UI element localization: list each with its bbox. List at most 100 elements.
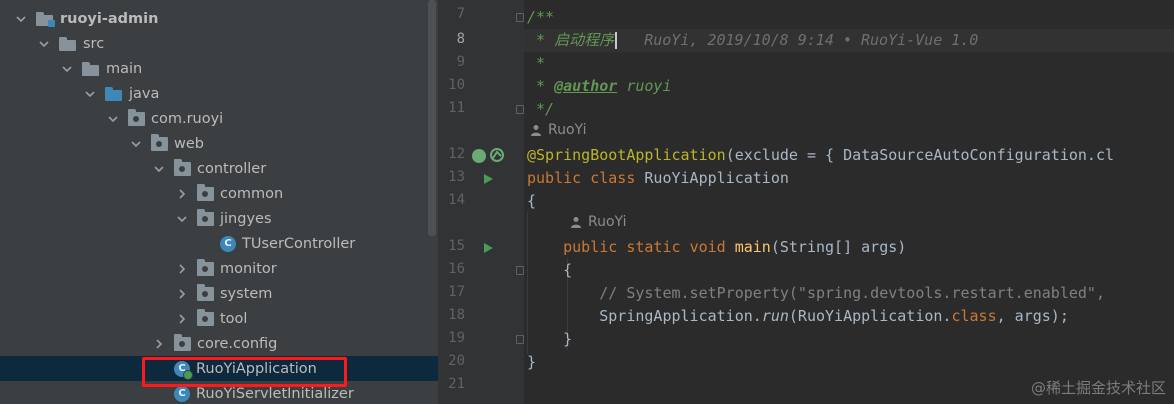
line-number: 8 [456,31,465,47]
chevron-down-icon[interactable] [106,112,120,126]
package-icon [128,108,145,126]
tree-item-label: controller [197,160,267,177]
class-icon: C [174,385,190,402]
line-number: 21 [448,376,465,392]
chevron-down-icon[interactable] [37,37,51,51]
class-icon: C [220,235,236,252]
chevron-down-icon[interactable] [83,87,97,101]
code-line-17[interactable]: // System.setProperty("spring.devtools.r… [527,282,1105,305]
highlight-box [142,357,347,387]
line-number: 13 [448,169,465,185]
code-line-15[interactable]: public static void main(String[] args) [527,236,906,259]
code-line-20[interactable]: } [527,351,536,374]
fold-marker-icon[interactable] [516,335,524,344]
code-line-19[interactable]: } [527,328,572,351]
package-icon [174,333,191,351]
package-icon [151,133,168,151]
fold-marker-icon[interactable] [516,13,524,22]
spring-boot-icon[interactable] [489,147,505,167]
code-line-11[interactable]: */ [527,98,554,121]
line-number: 7 [456,6,465,22]
run-main-icon[interactable] [484,243,493,253]
fold-marker-icon[interactable] [516,105,524,114]
tree-item[interactable]: main [0,56,438,81]
leaf-spacer [198,237,212,251]
package-icon [197,183,214,201]
tree-item-label: monitor [220,260,277,277]
line-number: 19 [448,330,465,346]
chevron-down-icon[interactable] [175,212,189,226]
code-line-9[interactable]: * [527,52,545,75]
line-number: 17 [448,284,465,300]
ide-window: ruoyi-admin src main java com.ruoyi web contro… [0,0,1174,404]
tree-item[interactable]: jingyes [0,206,438,231]
line-number: 15 [448,238,465,254]
code-line-12[interactable]: @SpringBootApplication(exclude = { DataS… [527,144,1114,167]
tree-item[interactable]: tool [0,306,438,331]
tree-item[interactable]: web [0,131,438,156]
line-number: 9 [456,54,465,70]
code-line-14[interactable]: { [527,190,536,213]
code-line-16[interactable]: { [527,259,572,282]
git-blame-annotation: RuoYi, 2019/10/8 9:14 • RuoYi-Vue 1.0 [644,31,979,49]
project-tree[interactable]: ruoyi-admin src main java com.ruoyi web contro… [0,0,438,404]
line-number: 12 [448,146,465,162]
line-number: 11 [448,100,465,116]
user-icon [571,217,581,228]
line-number: 10 [448,77,465,93]
tree-scrollbar[interactable] [428,0,436,236]
chevron-right-icon[interactable] [175,187,189,201]
author-hint[interactable]: RuoYi [570,214,626,230]
code-line-8[interactable]: * 启动程序 RuoYi, 2019/10/8 9:14 • RuoYi-Vue… [527,29,978,52]
code-line-10[interactable]: * @author ruoyi [527,75,671,98]
tree-item-label: TUserController [242,235,356,252]
tree-item[interactable]: java [0,81,438,106]
tree-item-label: src [83,35,105,52]
chevron-down-icon[interactable] [129,137,143,151]
package-icon [197,283,214,301]
source-root-folder-icon [105,86,123,101]
author-hint[interactable]: RuoYi [530,122,586,138]
chevron-right-icon[interactable] [175,312,189,326]
leaf-spacer [152,387,166,401]
tree-item[interactable]: ruoyi-admin [0,6,438,31]
tree-item[interactable]: common [0,181,438,206]
tree-item-label: system [220,285,273,302]
folder-icon [82,61,100,76]
package-icon [197,258,214,276]
user-icon [531,125,541,136]
chevron-right-icon[interactable] [175,262,189,276]
tree-item[interactable]: controller [0,156,438,181]
code-line-13[interactable]: public class RuoYiApplication [527,167,789,190]
tree-item[interactable]: com.ruoyi [0,106,438,131]
line-number: 18 [448,307,465,323]
chevron-right-icon[interactable] [152,337,166,351]
package-icon [197,208,214,226]
tree-item-label: tool [220,310,248,327]
tree-item[interactable]: system [0,281,438,306]
tree-item[interactable]: C TUserController [0,231,438,256]
module-folder-icon [36,11,55,27]
code-line-18[interactable]: SpringApplication.run(RuoYiApplication.c… [527,305,1069,328]
package-icon [174,158,191,176]
tree-item-label: RuoYiServletInitializer [196,385,354,402]
tree-item-label: common [220,185,284,202]
tree-item[interactable]: src [0,31,438,56]
chevron-down-icon[interactable] [152,162,166,176]
chevron-down-icon[interactable] [14,12,28,26]
fold-marker-icon[interactable] [516,266,524,275]
tree-item-label: ruoyi-admin [60,10,159,27]
tree-item-label: web [174,135,204,152]
code-line-7[interactable]: /** [527,6,554,29]
run-class-icon[interactable] [484,174,493,184]
line-number: 16 [448,261,465,277]
tree-item-label: java [129,85,160,102]
code-editor[interactable]: 7 8 9 10 11 12 13 14 15 16 17 18 19 20 2… [438,0,1174,404]
chevron-right-icon[interactable] [175,287,189,301]
tree-item[interactable]: core.config [0,331,438,356]
spring-bean-icon[interactable] [472,149,486,163]
chevron-down-icon[interactable] [60,62,74,76]
tree-item[interactable]: monitor [0,256,438,281]
watermark: @稀土掘金技术社区 [1030,379,1166,397]
tree-item-label: com.ruoyi [151,110,224,127]
